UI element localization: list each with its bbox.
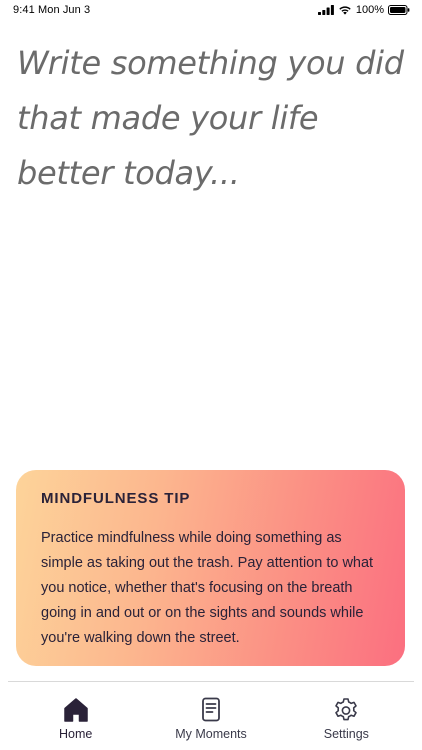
battery-percentage: 100% (355, 4, 384, 16)
tab-home[interactable]: Home (8, 682, 143, 750)
wifi-icon (339, 6, 351, 15)
status-time-date: 9:41 Mon Jun 3 (13, 4, 91, 16)
gear-icon (335, 698, 358, 721)
journal-prompt[interactable]: Write something you did that made your l… (17, 36, 412, 201)
mindfulness-tip-card: MINDFULNESS TIP Practice mindfulness whi… (16, 470, 405, 666)
tab-settings-label: Settings (323, 727, 369, 741)
tab-my-moments-label: My Moments (175, 727, 247, 741)
home-icon (63, 698, 88, 722)
tab-bar: Home My Moments Settings (8, 681, 414, 750)
status-bar: 9:41 Mon Jun 3 100% (0, 0, 422, 20)
tip-title: MINDFULNESS TIP (41, 490, 191, 507)
cellular-signal-icon (317, 5, 334, 15)
tab-settings[interactable]: Settings (279, 682, 414, 750)
battery-icon (388, 5, 410, 15)
status-indicators: 100% (317, 4, 410, 16)
tip-body: Practice mindfulness while doing somethi… (41, 530, 374, 646)
tab-my-moments[interactable]: My Moments (143, 682, 278, 750)
app-screen: 9:41 Mon Jun 3 100% Write something you … (0, 0, 422, 750)
document-icon (202, 697, 220, 722)
tab-home-label: Home (58, 727, 93, 741)
